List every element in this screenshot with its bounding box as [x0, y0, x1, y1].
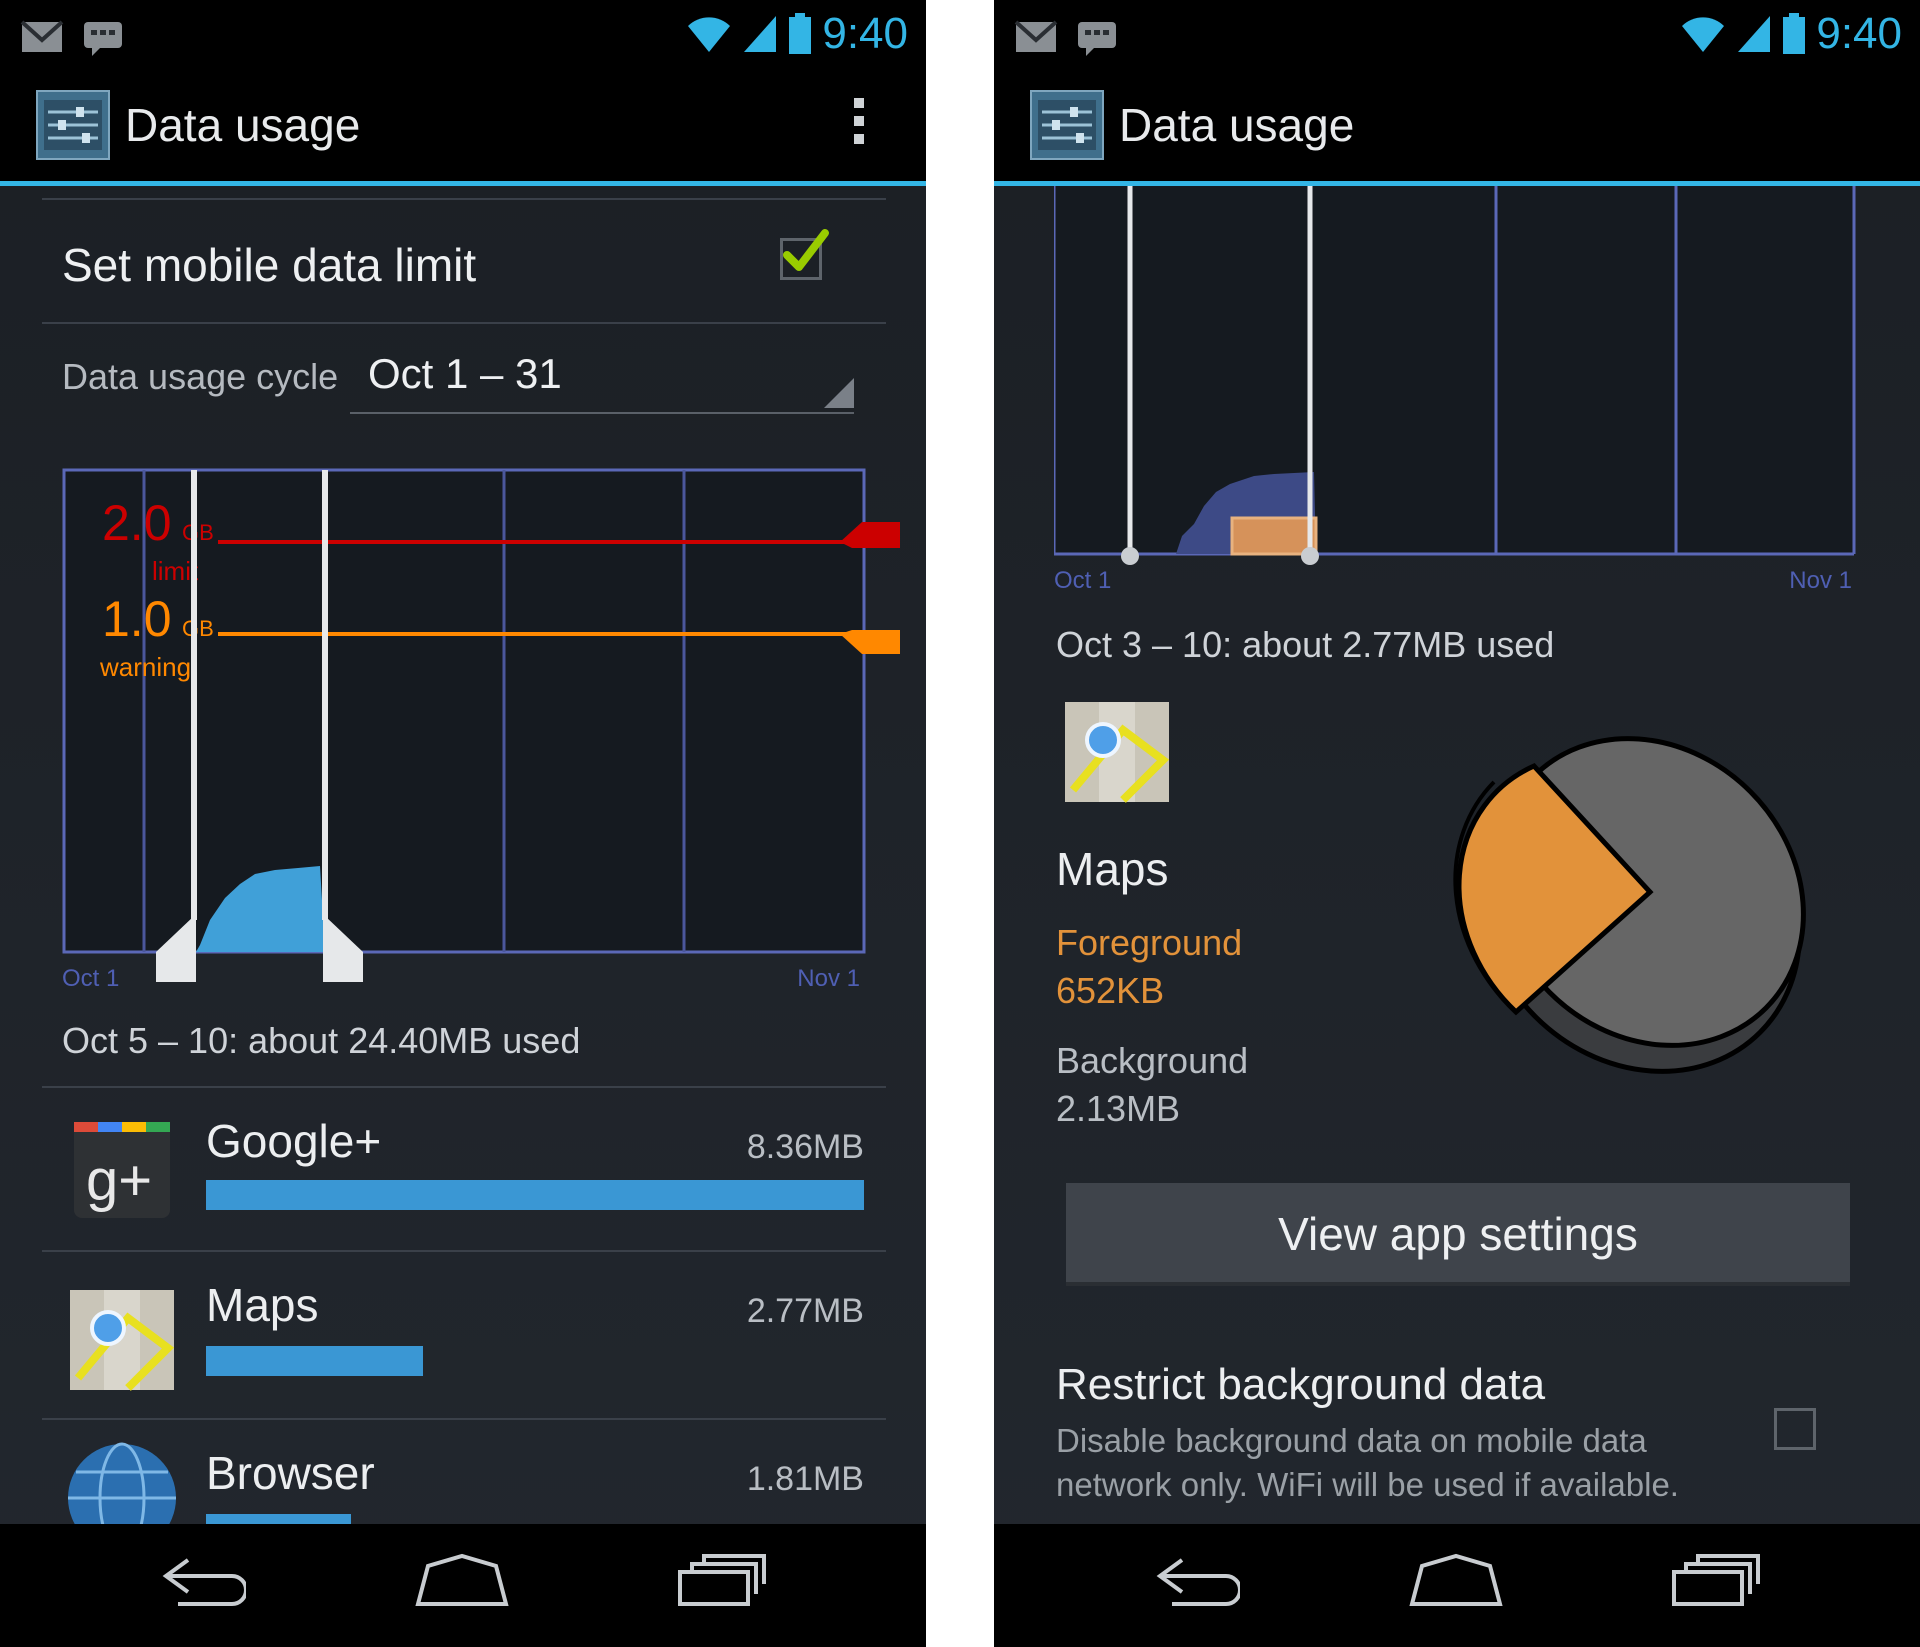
- app-name: Maps: [206, 1279, 319, 1331]
- warning-value: 1.0: [102, 591, 172, 647]
- browser-globe-icon: [68, 1442, 176, 1524]
- foreground-usage-area: [1230, 516, 1318, 556]
- wifi-icon: [688, 17, 731, 52]
- app-size: 1.81MB: [746, 1460, 864, 1498]
- navigation-bar: [0, 1524, 926, 1647]
- back-icon[interactable]: [158, 1552, 246, 1608]
- recent-apps-icon[interactable]: [1670, 1552, 1762, 1608]
- app-row-google-plus[interactable]: g+ Google+ 8.36MB: [0, 1088, 926, 1250]
- maps-app-icon: [70, 1290, 175, 1391]
- app-name: Maps: [1056, 843, 1169, 895]
- phone-screen-right: 9:40 Data usage Oct 1 Nov 1 Oct 3 – 10: …: [994, 0, 1920, 1647]
- foreground-label: Foreground: [1056, 922, 1243, 963]
- checkmark-icon: [783, 229, 829, 271]
- status-time: 9:40: [822, 9, 908, 58]
- restrict-background-desc-line1: Disable background data on mobile data: [1056, 1422, 1647, 1459]
- message-notification-icon: [1078, 22, 1116, 56]
- cell-signal-icon: [1738, 16, 1771, 52]
- status-bar: 9:40: [994, 0, 1920, 68]
- x-axis-start-label: Oct 1: [62, 965, 119, 992]
- back-icon[interactable]: [1152, 1552, 1240, 1608]
- app-row-browser[interactable]: Browser 1.81MB: [0, 1420, 926, 1524]
- status-time: 9:40: [1816, 9, 1902, 58]
- navigation-bar: [994, 1524, 1920, 1647]
- sweep-end-handle[interactable]: [1301, 547, 1319, 565]
- sweep-start-handle[interactable]: [1121, 547, 1139, 565]
- battery-icon: [1783, 13, 1806, 54]
- restrict-background-desc-line2: network only. WiFi will be used if avail…: [1056, 1466, 1679, 1503]
- cycle-value: Oct 1 – 31: [368, 350, 562, 397]
- divider: [42, 322, 886, 324]
- svg-text:g+: g+: [86, 1148, 152, 1213]
- recent-apps-icon[interactable]: [676, 1552, 768, 1608]
- overflow-menu-icon[interactable]: [854, 98, 864, 152]
- screen-title: Data usage: [125, 99, 361, 151]
- action-bar: Data usage: [994, 68, 1920, 186]
- gmail-notification-icon: [20, 20, 64, 52]
- cell-signal-icon: [744, 16, 777, 52]
- x-axis-start-label: Oct 1: [1054, 567, 1111, 594]
- divider: [42, 198, 886, 200]
- data-usage-cycle-label: Data usage cycle: [62, 356, 339, 397]
- set-data-limit-label: Set mobile data limit: [62, 239, 477, 291]
- chart-frame: [1054, 186, 1854, 554]
- app-data-usage-chart[interactable]: Oct 1 Nov 1: [1054, 186, 1874, 606]
- data-usage-chart[interactable]: 2.0 GB limit 1.0 GB warning Oct 1 Nov 1: [40, 440, 920, 1000]
- x-axis-end-label: Nov 1: [1789, 567, 1852, 594]
- gmail-notification-icon: [1014, 20, 1058, 52]
- restrict-background-checkbox[interactable]: [1774, 1408, 1816, 1450]
- usage-summary: Oct 3 – 10: about 2.77MB used: [1056, 624, 1555, 665]
- warning-unit: GB: [182, 616, 214, 641]
- view-app-settings-button[interactable]: View app settings: [1066, 1183, 1850, 1286]
- usage-pie-chart: [1453, 736, 1806, 1074]
- set-data-limit-checkbox[interactable]: [780, 229, 829, 280]
- limit-unit: GB: [182, 520, 214, 545]
- limit-value: 2.0: [102, 495, 172, 551]
- app-name: Browser: [206, 1447, 375, 1499]
- usage-bar: [206, 1180, 864, 1210]
- usage-bar: [206, 1346, 423, 1376]
- app-size: 2.77MB: [746, 1292, 864, 1330]
- foreground-value: 652KB: [1056, 970, 1165, 1011]
- phone-screen-left: 9:40 Data usage Set mobile data limit Da…: [0, 0, 926, 1647]
- home-icon[interactable]: [414, 1552, 510, 1608]
- warning-label: warning: [99, 652, 191, 682]
- restrict-background-title: Restrict background data: [1056, 1360, 1546, 1409]
- settings-app-icon[interactable]: [1030, 90, 1104, 160]
- screen-title: Data usage: [1119, 99, 1355, 151]
- background-label: Background: [1056, 1040, 1249, 1081]
- battery-icon: [789, 13, 812, 54]
- app-row-maps[interactable]: Maps 2.77MB: [0, 1252, 926, 1418]
- usage-summary: Oct 5 – 10: about 24.40MB used: [62, 1020, 581, 1061]
- message-notification-icon: [84, 22, 122, 56]
- data-usage-cycle-spinner[interactable]: Oct 1 – 31: [350, 340, 854, 414]
- home-icon[interactable]: [1408, 1552, 1504, 1608]
- action-bar: Data usage: [0, 68, 926, 186]
- wifi-icon: [1682, 17, 1725, 52]
- settings-app-icon[interactable]: [36, 90, 110, 160]
- maps-app-icon: [1065, 702, 1170, 803]
- usage-bar: [206, 1514, 351, 1524]
- google-plus-app-icon: g+: [74, 1122, 170, 1218]
- app-size: 8.36MB: [746, 1128, 864, 1166]
- background-value: 2.13MB: [1056, 1088, 1181, 1129]
- x-axis-end-label: Nov 1: [797, 965, 860, 992]
- app-name: Google+: [206, 1115, 382, 1167]
- status-bar: 9:40: [0, 0, 926, 68]
- spinner-corner-icon: [824, 378, 854, 408]
